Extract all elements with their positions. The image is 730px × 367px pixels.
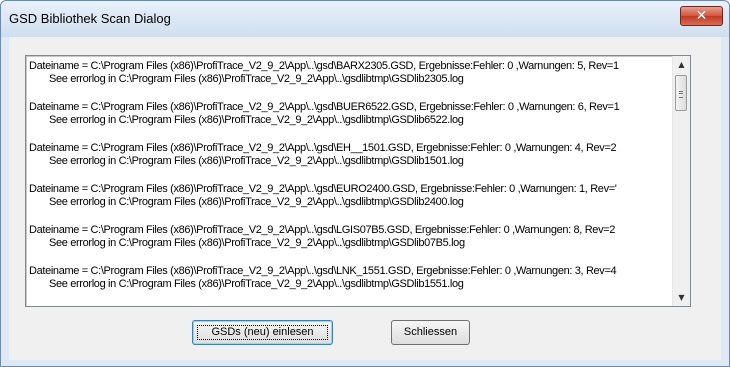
vertical-scrollbar[interactable]: ▲ ▼ bbox=[672, 56, 690, 306]
list-item[interactable]: Dateiname = C:\Program Files (x86)\Profi… bbox=[26, 142, 673, 183]
log-entry-filename: Dateiname = C:\Program Files (x86)\Profi… bbox=[29, 183, 617, 195]
load-gsds-button[interactable]: GSDs (neu) einlesen bbox=[192, 320, 333, 345]
log-entry-filename: Dateiname = C:\Program Files (x86)\Profi… bbox=[29, 101, 620, 113]
focus-rectangle bbox=[197, 325, 328, 340]
log-entry-filename: Dateiname = C:\Program Files (x86)\Profi… bbox=[29, 224, 616, 236]
list-item[interactable]: Dateiname = C:\Program Files (x86)\Profi… bbox=[26, 101, 673, 142]
list-item[interactable]: Dateiname = C:\Program Files (x86)\Profi… bbox=[26, 224, 673, 265]
log-entry-errorlog: See errorlog in C:\Program Files (x86)\P… bbox=[49, 278, 464, 290]
list-item[interactable]: Dateiname = C:\Program Files (x86)\Profi… bbox=[26, 183, 673, 224]
title-bar[interactable]: GSD Bibliothek Scan Dialog ✕ bbox=[1, 1, 729, 37]
scroll-thumb[interactable] bbox=[675, 75, 687, 111]
list-item[interactable]: Dateiname = C:\Program Files (x86)\Profi… bbox=[26, 265, 673, 306]
log-entry-errorlog: See errorlog in C:\Program Files (x86)\P… bbox=[49, 155, 464, 167]
log-entry-errorlog: See errorlog in C:\Program Files (x86)\P… bbox=[49, 114, 464, 126]
log-entry-filename: Dateiname = C:\Program Files (x86)\Profi… bbox=[29, 142, 617, 154]
scan-log-listbox[interactable]: Dateiname = C:\Program Files (x86)\Profi… bbox=[25, 55, 691, 307]
log-entry-filename: Dateiname = C:\Program Files (x86)\Profi… bbox=[29, 265, 617, 277]
close-button[interactable]: Schliessen bbox=[391, 320, 470, 345]
close-button-label: Schliessen bbox=[403, 326, 458, 338]
dialog-client-area: Dateiname = C:\Program Files (x86)\Profi… bbox=[9, 37, 721, 360]
log-entry-errorlog: See errorlog in C:\Program Files (x86)\P… bbox=[49, 237, 465, 249]
log-entry-errorlog: See errorlog in C:\Program Files (x86)\P… bbox=[49, 73, 464, 85]
dialog-window: GSD Bibliothek Scan Dialog ✕ Dateiname =… bbox=[0, 0, 730, 367]
log-entry-errorlog: See errorlog in C:\Program Files (x86)\P… bbox=[49, 196, 464, 208]
scroll-down-arrow-icon[interactable]: ▼ bbox=[673, 289, 690, 306]
window-title: GSD Bibliothek Scan Dialog bbox=[9, 11, 171, 26]
scan-log-entries: Dateiname = C:\Program Files (x86)\Profi… bbox=[26, 56, 673, 306]
list-item[interactable]: Dateiname = C:\Program Files (x86)\Profi… bbox=[26, 60, 673, 101]
grip-icon bbox=[679, 91, 683, 98]
scroll-up-arrow-icon[interactable]: ▲ bbox=[673, 56, 690, 73]
close-icon[interactable]: ✕ bbox=[680, 6, 723, 26]
log-entry-filename: Dateiname = C:\Program Files (x86)\Profi… bbox=[29, 60, 619, 72]
